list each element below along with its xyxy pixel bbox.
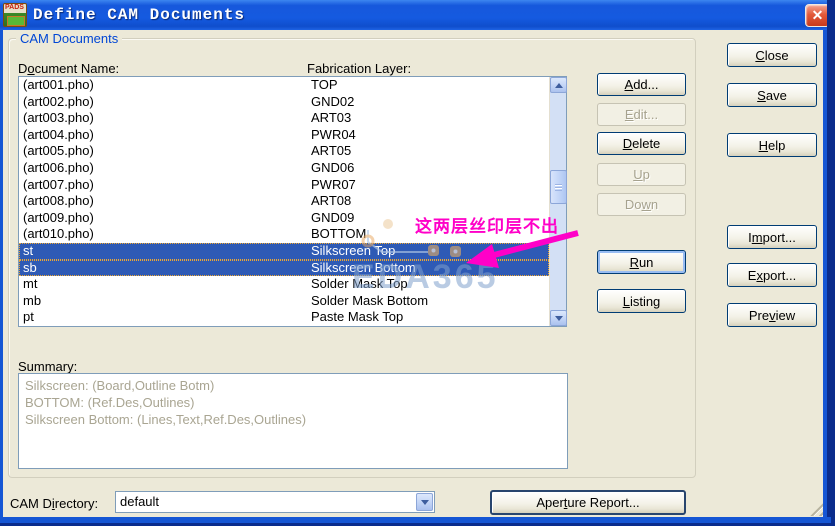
document-name-cell: (art004.pho) [23,126,94,142]
list-item[interactable]: sb Silkscreen Bottom [19,259,549,277]
up-button[interactable]: Up [597,163,686,186]
list-item[interactable]: pt Paste Mask Top [19,309,549,326]
document-name-cell: (art007.pho) [23,176,94,192]
delete-button[interactable]: Delete [597,132,686,155]
pads-app-icon [3,3,27,27]
fabrication-layer-cell: PWR07 [311,176,356,192]
edit-button[interactable]: Edit... [597,103,686,126]
document-name-cell: (art008.pho) [23,193,94,209]
document-name-cell: (art003.pho) [23,110,94,126]
import-button[interactable]: Im port... [727,225,817,249]
define-cam-documents-dialog: Define CAM Documents ✕ CAM Documents Doc… [0,0,835,526]
window-title: Define CAM Documents [33,6,246,24]
document-name-cell: mt [23,276,38,292]
scroll-down-icon[interactable] [550,310,567,326]
document-name-cell: (art010.pho) [23,226,94,242]
list-item[interactable]: st Silkscreen Top [19,242,549,260]
groupbox-title: CAM Documents [16,31,123,46]
fabrication-layer-cell: Solder Mask Top [311,276,408,292]
fabrication-layer-cell: TOP [311,77,338,92]
preview-button[interactable]: Pre v iew [727,303,817,327]
close-button[interactable]: Close [727,43,817,67]
document-name-cell: sb [23,259,37,275]
fabrication-layer-cell: Paste Mask Top [311,309,404,325]
list-item[interactable]: (art003.pho) ART03 [19,110,549,127]
summary-line: BOTTOM: (Ref.Des,Outlines) [25,395,195,410]
fabrication-layer-cell: GND09 [311,209,355,225]
fabrication-layer-cell: PWR04 [311,126,356,142]
cam-directory-label: CAM Directory: [10,496,99,511]
list-item[interactable]: (art007.pho) PWR07 [19,177,549,194]
summary-line: Silkscreen Bottom: (Lines,Text,Ref.Des,O… [25,412,307,427]
down-button[interactable]: Do w n [597,193,686,216]
fabrication-layer-label: Fabrication Layer: [307,61,412,76]
fabrication-layer-cell: GND02 [311,93,355,109]
scroll-up-icon[interactable] [550,77,567,93]
add-button[interactable]: Add... [597,73,686,96]
export-button[interactable]: Ex port... [727,263,817,287]
title-bar[interactable]: Define CAM Documents [0,0,835,30]
scrollbar-thumb[interactable] [550,170,567,204]
list-item[interactable]: (art010.pho) BOTTOM [19,226,549,243]
summary-box: Silkscreen: (Board,Outline Botm) BOTTOM:… [18,373,568,469]
document-name-cell: mb [23,292,42,308]
cam-directory-value: default [120,494,160,509]
window-border-right-outer [827,0,835,526]
fabrication-layer-cell: ART08 [311,193,352,209]
help-button[interactable]: Help [727,133,817,157]
document-name-label: Document Name: [18,61,120,76]
save-button[interactable]: Save [727,83,817,107]
fabrication-layer-cell: BOTTOM [311,226,367,242]
list-rows: (art001.pho) TOP (art002.pho) GND02 (art… [19,77,549,326]
fabrication-layer-cell: Solder Mask Bottom [311,292,429,308]
list-scrollbar[interactable] [549,77,567,326]
list-item[interactable]: (art008.pho) ART08 [19,193,549,210]
fabrication-layer-cell: GND06 [311,159,355,175]
document-name-cell: (art002.pho) [23,93,94,109]
aperture-report-button[interactable]: Aper t ure Report... [490,490,686,515]
list-item[interactable]: (art005.pho) ART05 [19,143,549,160]
window-border-left [0,30,3,526]
run-button[interactable]: Run [597,250,686,274]
document-name-cell: (art005.pho) [23,143,94,159]
document-name-cell: (art001.pho) [23,77,94,92]
window-border-right [823,30,827,518]
document-name-cell: st [23,242,34,258]
document-name-cell: pt [23,309,34,325]
list-item[interactable]: (art006.pho) GND06 [19,160,549,177]
document-name-cell: (art006.pho) [23,159,94,175]
listing-button[interactable]: Listing [597,289,686,313]
chevron-down-icon[interactable] [416,493,433,511]
summary-line: Silkscreen: (Board,Outline Botm) [25,378,215,393]
list-item[interactable]: (art001.pho) TOP [19,77,549,94]
cam-documents-list[interactable]: (art001.pho) TOP (art002.pho) GND02 (art… [18,76,567,327]
list-item[interactable]: mt Solder Mask Top [19,276,549,293]
list-item[interactable]: (art004.pho) PWR04 [19,127,549,144]
fabrication-layer-cell: ART05 [311,143,352,159]
fabrication-layer-cell: Silkscreen Bottom [311,259,416,275]
fabrication-layer-cell: Silkscreen Top [311,242,396,258]
fabrication-layer-cell: ART03 [311,110,352,126]
resize-grip[interactable] [806,499,823,516]
list-item[interactable]: (art009.pho) GND09 [19,210,549,227]
list-item[interactable]: (art002.pho) GND02 [19,94,549,111]
document-name-cell: (art009.pho) [23,209,94,225]
cam-directory-select[interactable]: default [115,491,435,513]
summary-label: Summary: [18,359,78,374]
list-item[interactable]: mb Solder Mask Bottom [19,293,549,310]
